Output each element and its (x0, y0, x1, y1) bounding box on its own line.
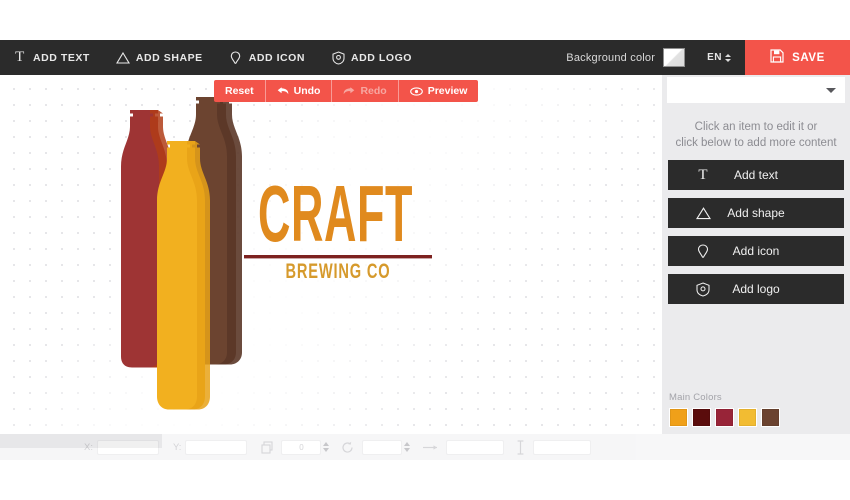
sidebar-add-text-button[interactable]: T Add text (668, 160, 844, 190)
logo-artwork[interactable]: CRAFT BREWING CO (0, 75, 662, 434)
sidebar-add-logo-label: Add logo (732, 282, 780, 296)
pin-icon (695, 243, 711, 259)
height-arrow-icon (516, 439, 525, 455)
sidebar-add-icon-button[interactable]: Add icon (668, 236, 844, 266)
background-color-label: Background color (566, 51, 656, 64)
text-icon: T (698, 166, 708, 183)
redo-label: Redo (360, 85, 387, 97)
right-sidebar: Click an item to edit it or click below … (662, 75, 850, 434)
color-swatch[interactable] (761, 408, 780, 427)
y-position-label: Y: (172, 441, 182, 453)
redo-button[interactable]: Redo (332, 80, 399, 102)
top-toolbar: T ADD TEXT ADD SHAPE ADD ICON ADD LOGO B… (0, 40, 850, 75)
save-button[interactable]: SAVE (745, 40, 850, 75)
sidebar-hint-line2: click below to add more content (675, 137, 837, 149)
add-logo-button[interactable]: ADD LOGO (318, 40, 425, 75)
pin-icon (229, 50, 243, 65)
angle-stepper[interactable] (323, 442, 330, 452)
height-input[interactable] (533, 439, 592, 455)
background-color-swatch[interactable] (663, 48, 686, 67)
logo-title[interactable]: CRAFT (258, 169, 413, 258)
sidebar-add-icon-label: Add icon (732, 244, 780, 258)
y-position-input[interactable] (185, 439, 248, 455)
width-arrow-icon (422, 443, 438, 452)
sidebar-add-text-label: Add text (733, 168, 779, 182)
design-canvas[interactable]: CRAFT BREWING CO Reset Undo Redo Preview (0, 75, 662, 434)
color-swatch[interactable] (669, 408, 688, 427)
add-icon-label: ADD ICON (248, 51, 306, 64)
properties-toolbar: X: Y: 0 (0, 434, 850, 460)
sidebar-add-logo-button[interactable]: Add logo (668, 274, 844, 304)
x-position-input[interactable] (96, 439, 159, 455)
preview-label: Preview (427, 85, 468, 97)
color-swatch[interactable] (692, 408, 711, 427)
add-text-button[interactable]: T ADD TEXT (0, 40, 103, 75)
sidebar-hint: Click an item to edit it or click below … (670, 119, 842, 151)
chevron-down-icon (826, 87, 836, 93)
add-icon-button[interactable]: ADD ICON (216, 40, 318, 75)
add-text-label: ADD TEXT (33, 51, 90, 64)
main-colors-label: Main Colors (669, 392, 722, 403)
add-shape-label: ADD SHAPE (135, 51, 203, 64)
eye-icon (409, 86, 423, 96)
sidebar-add-shape-label: Add shape (727, 206, 785, 220)
x-position-label: X: (84, 441, 93, 453)
top-toolbar-right: Background color EN SAVE (566, 40, 850, 75)
shape-icon (115, 51, 130, 65)
sidebar-hint-line1: Click an item to edit it or (694, 121, 818, 133)
rotate-icon[interactable] (341, 441, 354, 454)
sidebar-add-shape-button[interactable]: Add shape (668, 198, 844, 228)
scale-input[interactable] (362, 439, 403, 455)
undo-button[interactable]: Undo (266, 80, 333, 102)
shield-icon (695, 281, 711, 297)
layer-order-icon[interactable] (261, 440, 273, 454)
redo-arrow-icon (343, 86, 355, 96)
shape-icon (695, 205, 711, 221)
save-label: SAVE (792, 51, 825, 64)
element-select-dropdown[interactable] (667, 77, 845, 103)
add-shape-button[interactable]: ADD SHAPE (103, 40, 216, 75)
chevron-updown-icon (725, 53, 731, 62)
color-swatch[interactable] (738, 408, 757, 427)
undo-arrow-icon (277, 86, 289, 96)
main-colors-swatches (669, 408, 780, 427)
color-swatch[interactable] (715, 408, 734, 427)
language-selector[interactable]: EN (685, 52, 745, 63)
page-bottom-fill (0, 460, 850, 500)
logo-divider-rule (244, 255, 432, 259)
bottle-center[interactable] (157, 141, 210, 410)
logo-subtitle[interactable]: BREWING CO (286, 260, 391, 283)
text-icon: T (15, 49, 25, 65)
floppy-save-icon (770, 49, 784, 66)
reset-label: Reset (225, 85, 254, 97)
scale-stepper[interactable] (404, 442, 411, 452)
width-input[interactable] (446, 439, 505, 455)
history-toolbar: Reset Undo Redo Preview (214, 80, 479, 102)
add-logo-label: ADD LOGO (351, 51, 413, 64)
preview-button[interactable]: Preview (399, 80, 479, 102)
angle-input[interactable]: 0 (281, 439, 322, 455)
reset-button[interactable]: Reset (214, 80, 266, 102)
shield-icon (331, 50, 345, 65)
language-value: EN (707, 52, 722, 63)
undo-label: Undo (293, 85, 321, 97)
sidebar-actions: T Add text Add shape Add icon Add logo (668, 160, 844, 312)
logo-editor-app: T ADD TEXT ADD SHAPE ADD ICON ADD LOGO B… (0, 0, 850, 500)
